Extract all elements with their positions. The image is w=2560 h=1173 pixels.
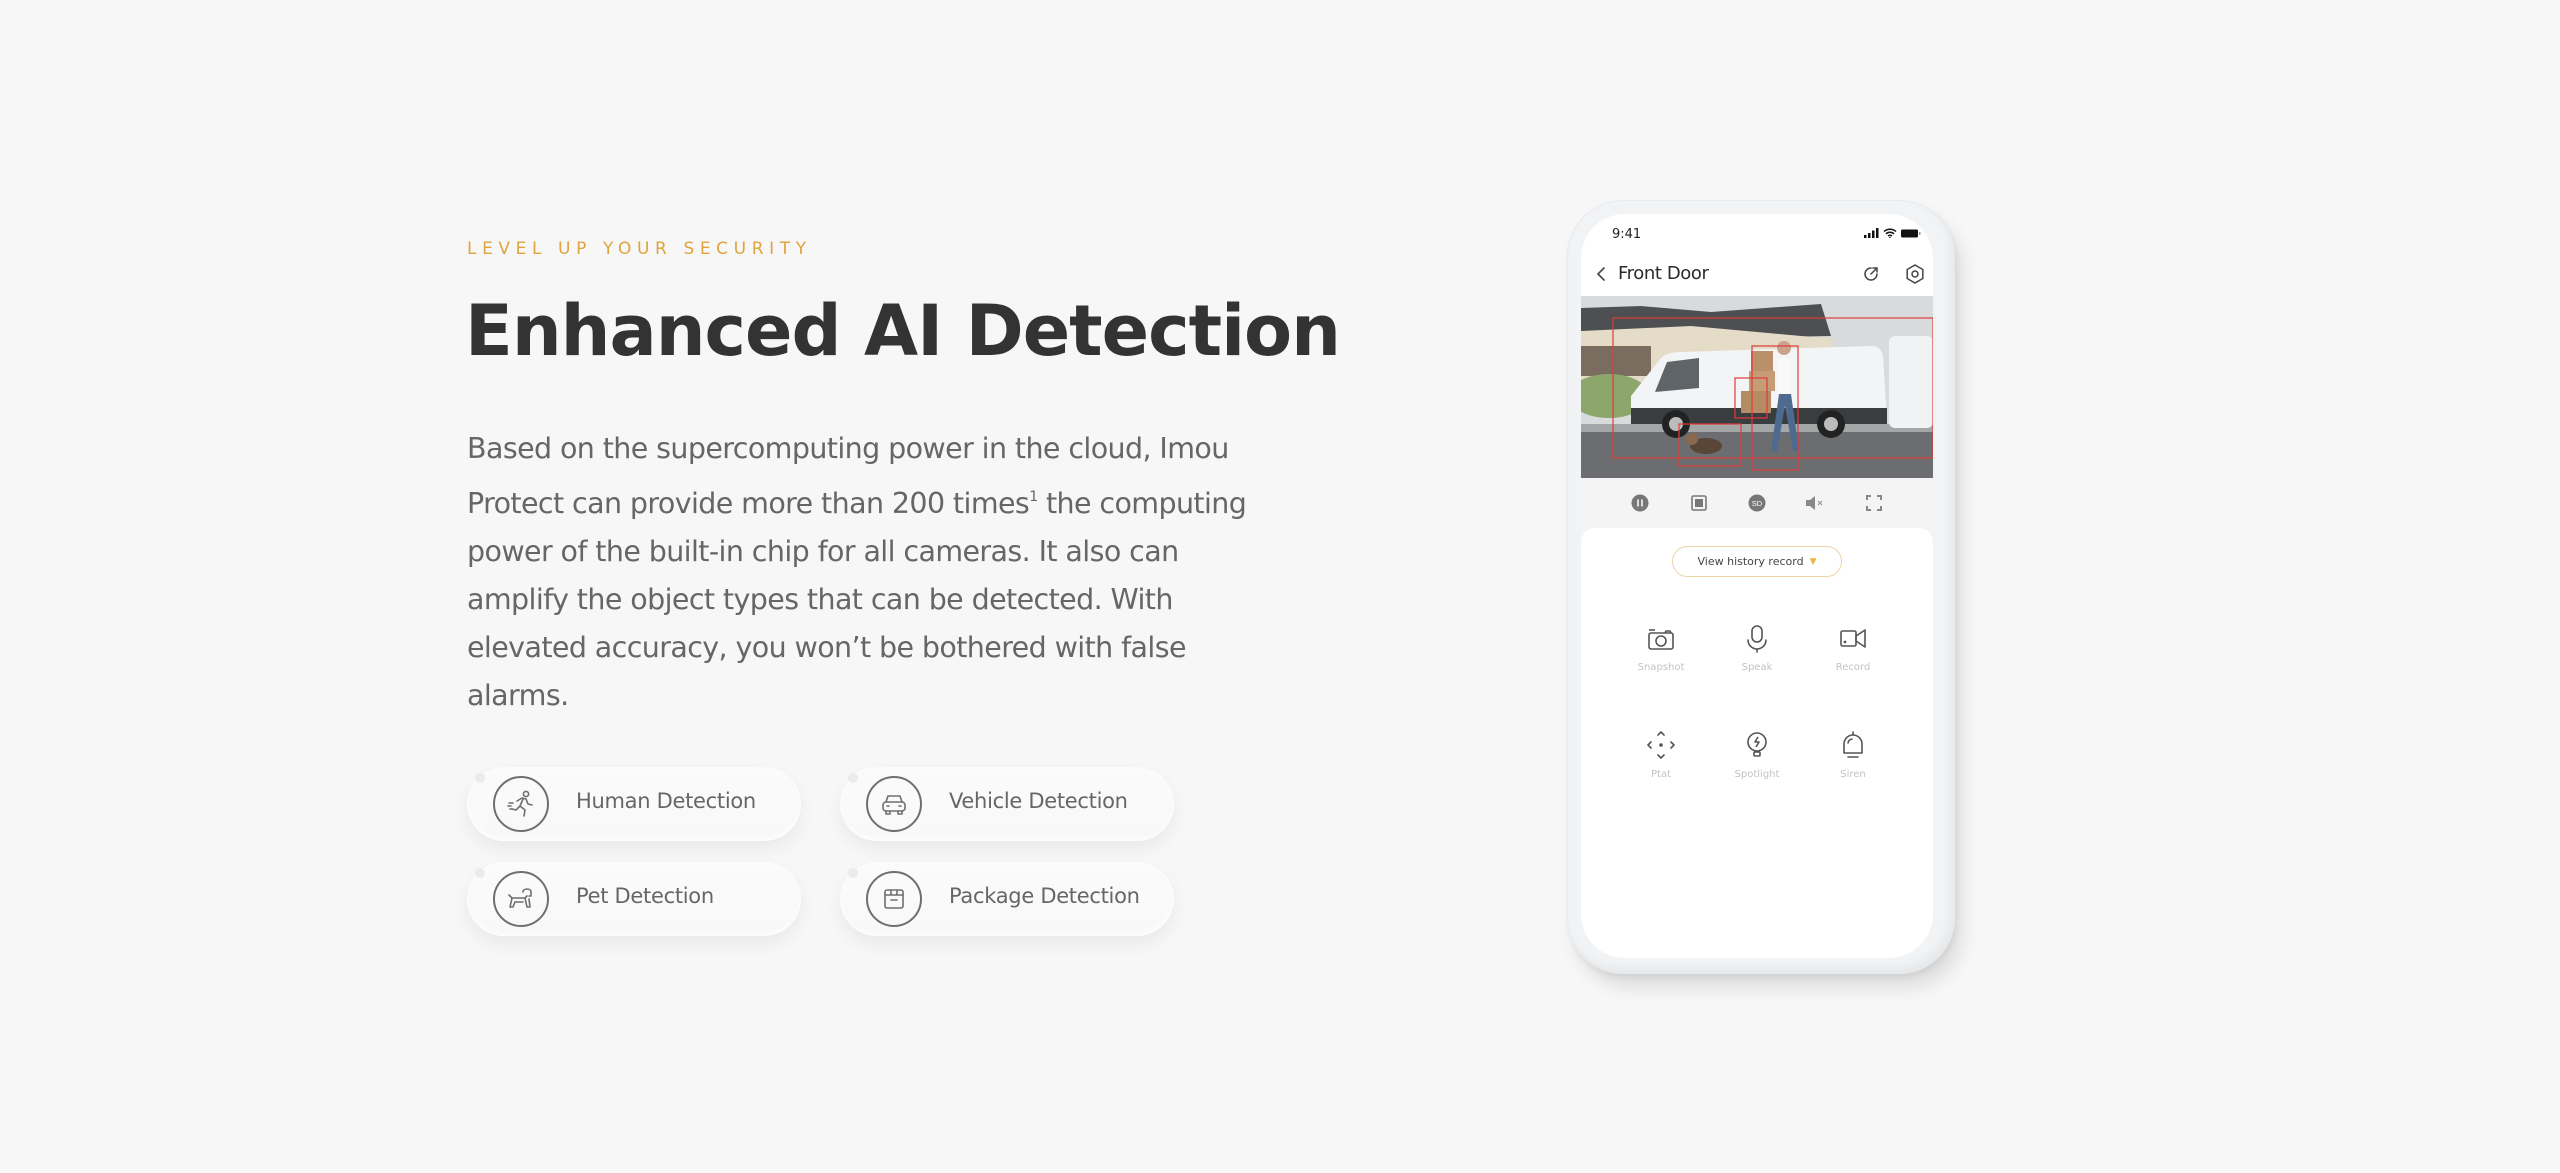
fullscreen-icon[interactable] [1863, 492, 1885, 514]
chip-dot [475, 773, 485, 783]
sd-quality-icon[interactable]: SD [1746, 492, 1768, 514]
feature-chip-vehicle: Vehicle Detection [840, 767, 1174, 841]
pan-tilt-icon [1647, 731, 1675, 759]
camera-scene-image [1581, 296, 1933, 478]
tool-label: Speak [1741, 662, 1773, 673]
settings-icon[interactable] [1904, 263, 1926, 285]
footnote-marker: 1 [1029, 489, 1038, 505]
signal-icon [1864, 228, 1879, 238]
phone-mockup: 9:41 Front Door SD View history record ▼… [1567, 200, 1955, 974]
live-video-feed[interactable] [1581, 296, 1933, 478]
feature-label: Vehicle Detection [949, 789, 1128, 813]
tool-spotlight[interactable]: Spotlight [1709, 729, 1805, 780]
tool-label: Record [1835, 662, 1871, 673]
chevron-down-double-icon: ▼ [1809, 556, 1817, 567]
video-record-icon [1840, 629, 1866, 648]
page-title: Enhanced AI Detection [465, 290, 1341, 372]
wifi-icon [1883, 228, 1897, 238]
section-eyebrow: LEVEL UP YOUR SECURITY [467, 239, 812, 259]
status-bar: 9:41 [1581, 214, 1933, 254]
tool-record[interactable]: Record [1805, 622, 1901, 673]
running-person-icon [493, 776, 549, 832]
car-icon [866, 776, 922, 832]
camera-icon [1648, 629, 1674, 650]
feature-label: Pet Detection [576, 884, 714, 908]
spotlight-icon [1747, 732, 1767, 757]
dog-icon [493, 871, 549, 927]
nav-bar: Front Door [1581, 254, 1933, 294]
device-title: Front Door [1618, 263, 1709, 284]
tool-snapshot[interactable]: Snapshot [1613, 622, 1709, 673]
view-history-button[interactable]: View history record ▼ [1672, 546, 1842, 577]
mute-icon[interactable] [1804, 492, 1826, 514]
share-icon[interactable] [1861, 264, 1881, 284]
tool-speak[interactable]: Speak [1709, 622, 1805, 673]
stop-icon[interactable] [1688, 492, 1710, 514]
view-history-label: View history record [1697, 555, 1804, 568]
microphone-icon [1747, 625, 1767, 653]
back-icon[interactable] [1593, 265, 1611, 283]
feature-chip-human: Human Detection [467, 767, 801, 841]
tools-grid: Snapshot Speak Record Ptat Spotlight Sir… [1581, 622, 1933, 780]
phone-screen: 9:41 Front Door SD View history record ▼… [1581, 214, 1933, 958]
status-icons [1864, 228, 1921, 238]
chip-dot [475, 868, 485, 878]
tool-label: Ptat [1651, 769, 1671, 780]
chip-dot [848, 773, 858, 783]
feature-label: Package Detection [949, 884, 1140, 908]
feature-chip-pet: Pet Detection [467, 862, 801, 936]
status-time: 9:41 [1612, 227, 1642, 242]
feature-chip-package: Package Detection [840, 862, 1174, 936]
tool-label: Siren [1840, 769, 1866, 780]
tool-ptz[interactable]: Ptat [1613, 729, 1709, 780]
box-icon [866, 871, 922, 927]
tool-label: Snapshot [1637, 662, 1685, 673]
battery-icon [1901, 229, 1921, 237]
description-paragraph: Based on the supercomputing power in the… [467, 425, 1267, 720]
playback-controls: SD [1581, 478, 1933, 528]
tool-siren[interactable]: Siren [1805, 729, 1901, 780]
feature-label: Human Detection [576, 789, 756, 813]
chip-dot [848, 868, 858, 878]
device-panel: View history record ▼ Snapshot Speak Rec [1581, 528, 1933, 958]
tool-label: Spotlight [1734, 769, 1780, 780]
panel-card: View history record ▼ Snapshot Speak Rec [1581, 528, 1933, 958]
siren-icon [1843, 731, 1863, 758]
pause-icon[interactable] [1629, 492, 1651, 514]
description-text-cont: the computing power of the built-in chip… [467, 487, 1247, 712]
sd-label: SD [1752, 499, 1763, 508]
